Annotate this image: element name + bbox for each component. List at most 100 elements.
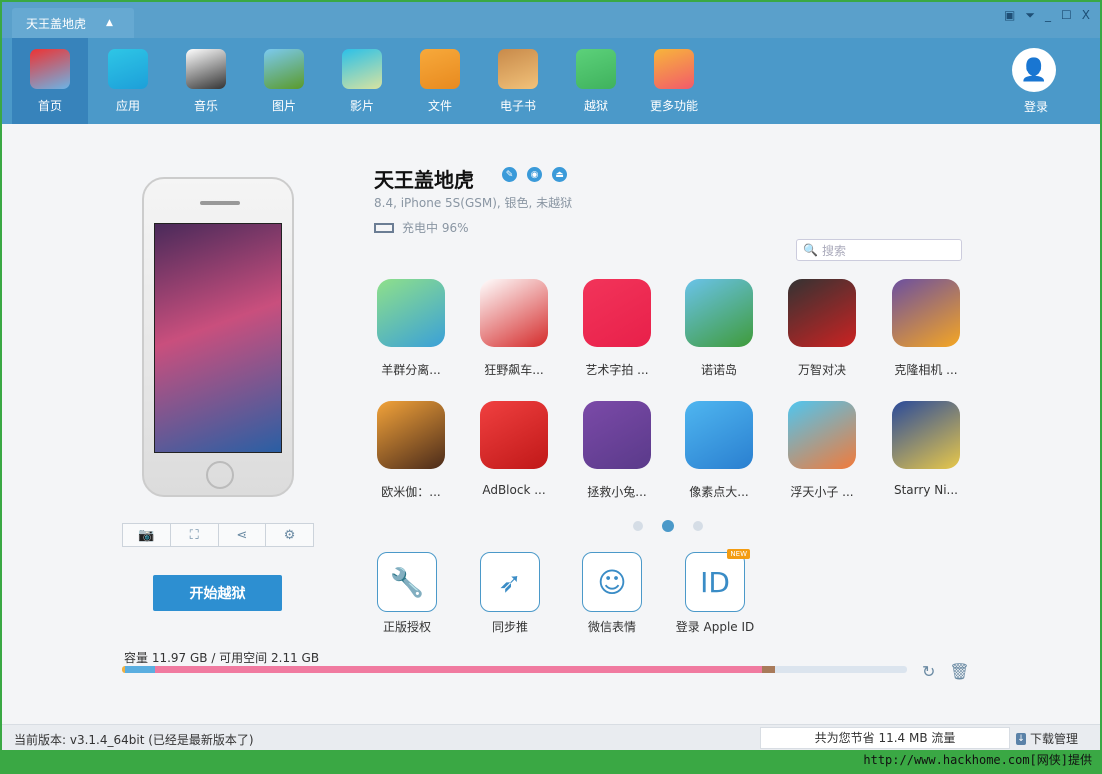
speaker	[200, 201, 240, 205]
app-item[interactable]: 狂野飙车...	[464, 279, 564, 378]
toolbar-item[interactable]: 图片	[246, 38, 322, 124]
page-dot[interactable]	[633, 521, 643, 531]
download-manager-button[interactable]: ↓ 下载管理	[1016, 730, 1078, 747]
app-item[interactable]: 拯救小兔...	[567, 401, 667, 500]
app-icon	[788, 279, 856, 347]
app-item[interactable]: 万智对决	[772, 279, 872, 378]
tool-item[interactable]: ID NEW 登录 Apple ID	[665, 549, 765, 635]
toolbar-item-label: 越狱	[583, 99, 608, 113]
toolbar: 👤 登录 首页 应用 音乐 图片 影片 文件 电子书 越狱 更多功能	[2, 38, 1100, 124]
app-icon	[583, 279, 651, 347]
capacity-label: 容量 11.97 GB / 可用空间 2.11 GB	[124, 651, 320, 665]
device-tab[interactable]: 天王盖地虎 ▲	[12, 8, 134, 38]
tool-item[interactable]: 🔧 正版授权	[357, 552, 457, 635]
trash-icon[interactable]: 🗑	[949, 662, 969, 681]
app-item[interactable]: 克隆相机 ...	[876, 279, 976, 378]
app-item[interactable]: Starry Ni...	[876, 401, 976, 497]
toolbar-item[interactable]: 音乐	[168, 38, 244, 124]
app-icon	[685, 279, 753, 347]
app-item[interactable]: 诺诺岛	[669, 279, 769, 378]
watermark-credit: http://www.hackhome.com[网侠]提供	[863, 753, 1092, 767]
user-icon: 👤	[1020, 57, 1048, 83]
app-label: Starry Ni...	[893, 483, 958, 497]
music-disc-icon	[186, 49, 226, 89]
feedback-icon[interactable]: ▣	[1004, 8, 1015, 23]
version-label: 当前版本: v3.1.4_64bit (已经是最新版本了)	[14, 733, 254, 747]
toolbar-item[interactable]: 电子书	[480, 38, 556, 124]
app-icon	[583, 401, 651, 469]
login-button[interactable]: 👤	[1012, 48, 1056, 92]
download-label: 下载管理	[1030, 732, 1079, 746]
clapper-icon	[342, 49, 382, 89]
app-label: 拯救小兔...	[587, 485, 647, 499]
toolbar-item-label: 文件	[427, 99, 452, 113]
tool-label: 微信表情	[587, 620, 636, 634]
eject-icon[interactable]: ▲	[106, 18, 113, 28]
page-dot[interactable]	[662, 520, 674, 532]
phone-screen	[154, 223, 282, 453]
tool-glyph: ➶	[498, 565, 522, 599]
app-icon	[480, 401, 548, 469]
toolbar-item[interactable]: 更多功能	[636, 38, 712, 124]
tool-item[interactable]: ➶ 同步推	[460, 552, 560, 635]
main-window: 天王盖地虎 ▲ ▣ ⏷ _ ☐ X 👤 登录 首页 应用 音乐 图片 影片 文件 电子书 越狱…	[0, 0, 1102, 750]
refresh-icon[interactable]: ↻	[922, 662, 935, 681]
search-input[interactable]: 🔍 搜索	[796, 239, 962, 261]
storage-segment	[125, 666, 155, 673]
battery-label: 充电中 96%	[402, 221, 469, 235]
device-actions: 📷 ⛶ ⋖ ⚙	[122, 523, 314, 547]
smiley-icon: ☺	[582, 552, 642, 612]
close-button[interactable]: X	[1082, 8, 1090, 23]
eject-icon[interactable]: ⏏	[552, 167, 567, 182]
edit-icon[interactable]: ✎	[502, 167, 517, 182]
maximize-button[interactable]: ☐	[1061, 8, 1072, 23]
share-icon[interactable]: ⋖	[219, 524, 267, 546]
toolbar-item[interactable]: 应用	[90, 38, 166, 124]
fullscreen-icon[interactable]: ⛶	[171, 524, 219, 546]
envelope-icon	[420, 49, 460, 89]
toolbar-item-label: 图片	[271, 99, 296, 113]
toolbar-item[interactable]: 首页	[12, 38, 88, 124]
toolbar-item-label: 影片	[349, 99, 374, 113]
tool-item[interactable]: ☺ 微信表情	[562, 552, 662, 635]
app-item[interactable]: 欧米伽：...	[361, 401, 461, 500]
app-icon	[788, 401, 856, 469]
app-label: AdBlock ...	[482, 483, 546, 497]
download-icon: ↓	[1016, 732, 1026, 745]
storage-bar	[122, 666, 907, 673]
battery-status: 充电中 96%	[374, 219, 469, 236]
minimize-button[interactable]: _	[1045, 8, 1051, 23]
title-bar: 天王盖地虎 ▲ ▣ ⏷ _ ☐ X	[2, 2, 1100, 38]
app-item[interactable]: 像素点大...	[669, 401, 769, 500]
app-item[interactable]: 羊群分离...	[361, 279, 461, 378]
tool-label: 同步推	[491, 620, 528, 634]
menu-icon[interactable]: ⏷	[1025, 8, 1035, 23]
tool-label: 正版授权	[382, 620, 431, 634]
new-badge: NEW	[727, 549, 750, 559]
app-icon	[892, 279, 960, 347]
home-button-image	[206, 461, 234, 489]
app-item[interactable]: AdBlock ...	[464, 401, 564, 497]
app-label: 欧米伽：...	[381, 485, 441, 499]
gear-icon[interactable]: ⚙	[266, 524, 313, 546]
search-placeholder: 搜索	[821, 243, 846, 258]
toolbar-item[interactable]: 越狱	[558, 38, 634, 124]
app-item[interactable]: 艺术字拍 ...	[567, 279, 667, 378]
toolbar-item-label: 音乐	[193, 99, 218, 113]
toolbar-item[interactable]: 文件	[402, 38, 478, 124]
photo-icon	[264, 49, 304, 89]
toolbar-item[interactable]: 影片	[324, 38, 400, 124]
camera-icon[interactable]: 📷	[123, 524, 171, 546]
tongbutui-icon: ➶	[480, 552, 540, 612]
jailbreak-button[interactable]: 开始越狱	[153, 575, 282, 611]
device-tab-label: 天王盖地虎	[26, 16, 87, 31]
login-label[interactable]: 登录	[1024, 98, 1048, 115]
toolbar-item-label: 首页	[37, 99, 62, 113]
app-item[interactable]: 浮天小子 ...	[772, 401, 872, 500]
pineapple-icon	[576, 49, 616, 89]
eye-icon[interactable]: ◉	[527, 167, 542, 182]
search-icon: 🔍	[803, 243, 818, 257]
status-bar: 当前版本: v3.1.4_64bit (已经是最新版本了) 共为您节省 11.4…	[2, 724, 1100, 750]
page-dot[interactable]	[693, 521, 703, 531]
tool-glyph: ID	[700, 565, 730, 599]
